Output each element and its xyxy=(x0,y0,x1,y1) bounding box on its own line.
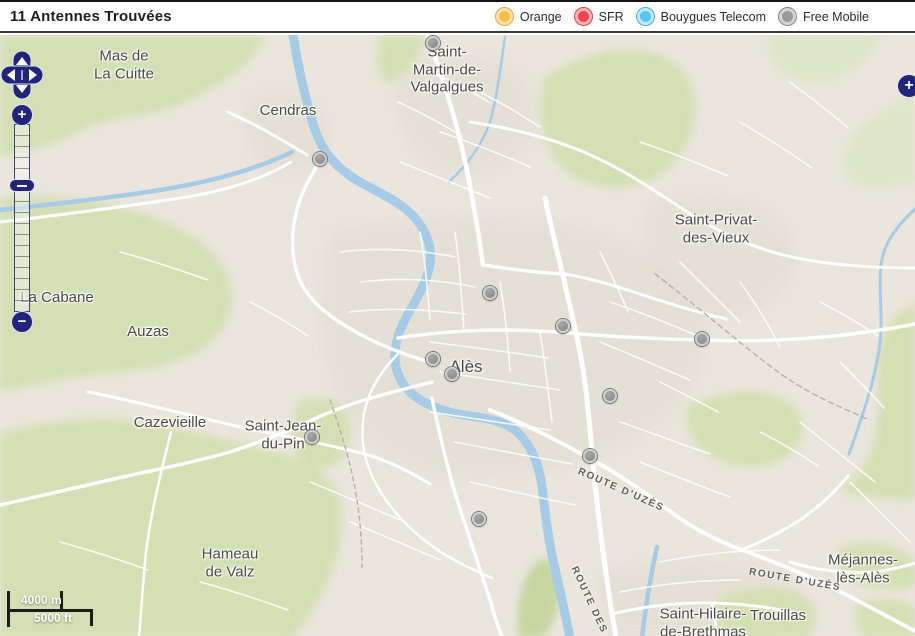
place-label: Auzas xyxy=(127,323,169,341)
zoom-slider-track[interactable] xyxy=(14,124,30,312)
antenna-map-app: 11 Antennes Trouvées Orange SFR Bouygues T… xyxy=(0,0,915,636)
antenna-marker[interactable] xyxy=(426,36,440,50)
zoom-out-button[interactable]: − xyxy=(11,311,33,333)
pan-center-divider xyxy=(21,70,22,80)
zoom-in-button[interactable]: + xyxy=(11,104,33,126)
legend-label: SFR xyxy=(599,10,624,24)
place-label: Cazevieille xyxy=(134,414,207,432)
expand-control-button[interactable]: + xyxy=(897,74,915,98)
place-label: Mas deLa Cuitte xyxy=(94,47,154,82)
antenna-marker[interactable] xyxy=(483,286,497,300)
place-label: La Cabane xyxy=(20,289,93,307)
legend-label: Bouygues Telecom xyxy=(661,10,766,24)
legend-item-orange: Orange xyxy=(496,8,562,25)
orange-marker-icon xyxy=(496,8,513,25)
legend-item-free-mobile: Free Mobile xyxy=(779,8,869,25)
scale-bar: 4000 m 5000 ft xyxy=(7,591,99,631)
scale-imperial-label: 5000 ft xyxy=(34,611,72,625)
antenna-marker[interactable] xyxy=(472,512,486,526)
zoom-slider-handle[interactable] xyxy=(9,179,35,192)
antenna-marker[interactable] xyxy=(445,367,459,381)
antenna-marker[interactable] xyxy=(603,389,617,403)
place-label: Trouillas xyxy=(750,607,806,625)
place-label: Saint-Hilaire-de-Brethmas xyxy=(660,605,747,636)
legend-item-sfr: SFR xyxy=(575,8,624,25)
pan-control xyxy=(0,50,44,100)
results-count-title: 11 Antennes Trouvées xyxy=(10,8,172,25)
place-label: Méjannes-lès-Alès xyxy=(828,551,898,586)
place-label: Hameaude Valz xyxy=(202,545,259,580)
scale-tick-imperial xyxy=(90,609,93,626)
antenna-marker[interactable] xyxy=(556,319,570,333)
legend-label: Free Mobile xyxy=(803,10,869,24)
scale-metric-label: 4000 m xyxy=(21,593,62,607)
sfr-marker-icon xyxy=(575,8,592,25)
results-header: 11 Antennes Trouvées Orange SFR Bouygues T… xyxy=(0,2,915,33)
antenna-marker[interactable] xyxy=(695,332,709,346)
antenna-marker[interactable] xyxy=(313,152,327,166)
antenna-marker[interactable] xyxy=(583,449,597,463)
operator-legend: Orange SFR Bouygues Telecom Free Mobile xyxy=(496,8,915,25)
place-label: Cendras xyxy=(260,102,317,120)
place-label: Saint-Martin-de-Valgalgues xyxy=(410,43,483,96)
antenna-marker[interactable] xyxy=(305,430,319,444)
legend-item-bouygues-telecom: Bouygues Telecom xyxy=(637,8,766,25)
free-mobile-marker-icon xyxy=(779,8,796,25)
place-label: Saint-Privat-des-Vieux xyxy=(675,211,758,246)
legend-label: Orange xyxy=(520,10,562,24)
map[interactable]: Mas deLa Cuitte Cendras Saint-Martin-de-Va… xyxy=(0,35,915,636)
antenna-marker[interactable] xyxy=(426,352,440,366)
bouygues-telecom-marker-icon xyxy=(637,8,654,25)
